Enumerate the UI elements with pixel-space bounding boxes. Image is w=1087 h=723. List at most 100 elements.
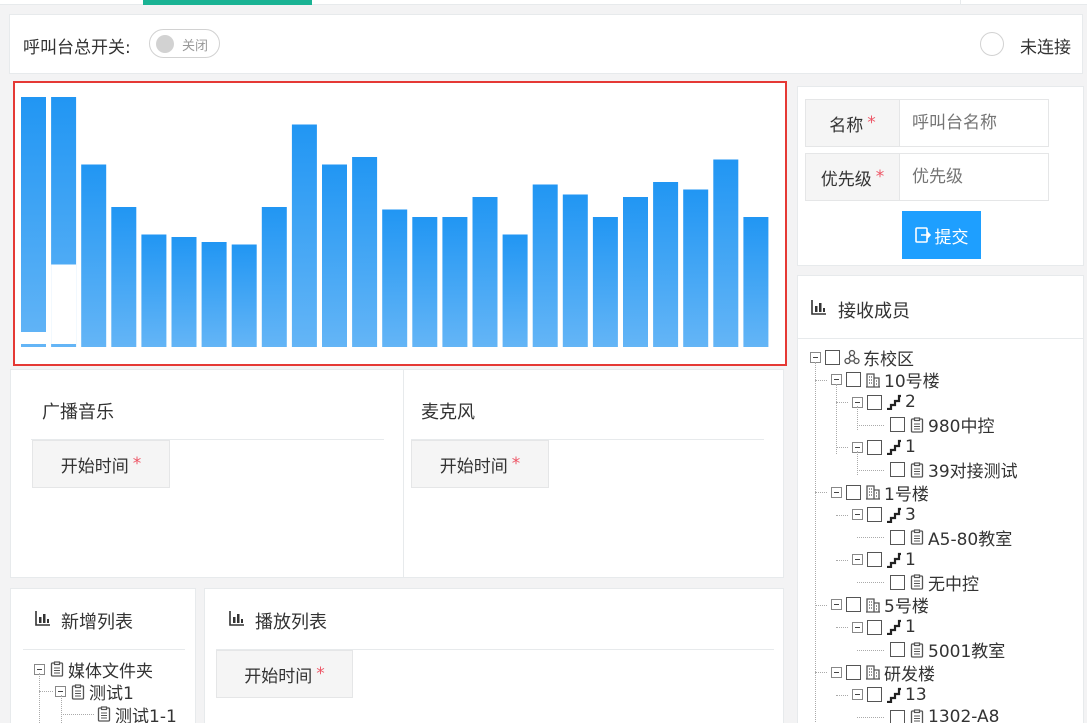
priority-input[interactable] [899, 153, 1049, 201]
connection-status-icon [980, 32, 1004, 56]
tree-node[interactable]: A5-80教室 [890, 526, 1012, 550]
tree-node[interactable]: 测试1-1 [96, 703, 177, 723]
tree-node[interactable]: 10号楼 [831, 369, 940, 392]
start-time-label: 开始时间 [439, 456, 508, 477]
tree-node[interactable]: 3 [852, 504, 916, 526]
priority-label-box: 优先级 * [805, 153, 900, 201]
level-bar [322, 164, 347, 347]
tree-checkbox[interactable] [867, 687, 882, 702]
building-icon [865, 597, 881, 613]
tree-checkbox[interactable] [890, 529, 905, 545]
required-marker: * [132, 454, 142, 474]
tab-divider [960, 0, 961, 5]
tree-node-label: 3 [905, 504, 916, 525]
tree-checkbox[interactable] [846, 484, 861, 500]
tree-checkbox[interactable] [890, 574, 905, 590]
play-list-start-time[interactable]: 开始时间 * [216, 650, 353, 698]
collapse-icon[interactable] [852, 621, 863, 633]
tree-node[interactable]: 媒体文件夹 [34, 658, 153, 682]
tree-checkbox[interactable] [890, 709, 905, 723]
broadcast-start-time[interactable]: 开始时间 * [32, 440, 170, 488]
chart-bar-icon [229, 611, 244, 626]
tree-node[interactable]: 测试1 [55, 681, 134, 704]
tree-connector [857, 582, 884, 583]
clipboard-icon [909, 529, 925, 545]
new-list-panel: 新增列表 媒体文件夹 测试1 测试1-1 [10, 588, 196, 723]
clipboard-icon [49, 661, 65, 677]
tree-node[interactable]: 研发楼 [831, 661, 935, 685]
tree-node[interactable]: 1302-A8 [890, 706, 999, 723]
microphone-start-time[interactable]: 开始时间 * [411, 440, 549, 488]
tree-node-label: 媒体文件夹 [68, 661, 153, 682]
submit-button[interactable]: 提交 [902, 211, 981, 259]
tree-node[interactable]: 1号楼 [831, 481, 929, 505]
required-marker: * [875, 167, 885, 187]
network-icon [844, 349, 860, 365]
tree-checkbox[interactable] [846, 372, 861, 387]
collapse-icon[interactable] [831, 486, 842, 498]
tree-connector [836, 402, 848, 403]
level-bar [472, 197, 498, 347]
tree-node[interactable]: 2 [852, 391, 916, 413]
collapse-icon[interactable] [810, 351, 821, 363]
collapse-icon[interactable] [852, 689, 863, 700]
level-bar [562, 194, 588, 347]
tree-checkbox[interactable] [867, 394, 882, 410]
tree-node[interactable]: 13 [852, 684, 927, 706]
tree-node[interactable]: 1 [852, 436, 916, 458]
master-switch[interactable]: 关闭 [149, 29, 220, 58]
name-input[interactable] [899, 99, 1049, 147]
tree-node[interactable]: 39对接测试 [890, 459, 1018, 482]
tree-checkbox[interactable] [867, 619, 882, 635]
level-bar [81, 164, 107, 347]
level-bar [291, 124, 317, 347]
chart-bar-icon [35, 611, 50, 626]
stairs-icon [886, 552, 902, 568]
collapse-icon[interactable] [852, 554, 863, 565]
broadcast-title: 广播音乐 [42, 402, 114, 423]
building-icon [865, 484, 881, 500]
tree-node[interactable]: 1 [852, 549, 916, 571]
tree-node-label: 1号楼 [884, 484, 929, 505]
header-bar: 呼叫台总开关: 关闭 未连接 [9, 14, 1083, 74]
broadcast-music-panel: 广播音乐 开始时间 * [10, 369, 404, 578]
collapse-icon[interactable] [852, 509, 863, 520]
tree-connector [857, 406, 858, 430]
divider [23, 649, 185, 650]
tree-node[interactable]: 东校区 [810, 346, 914, 370]
tree-node[interactable]: 无中控 [890, 571, 979, 595]
tree-checkbox[interactable] [825, 349, 840, 365]
tree-node[interactable]: 5号楼 [831, 594, 929, 617]
tree-checkbox[interactable] [890, 642, 905, 657]
stairs-icon [886, 619, 902, 636]
level-bar [21, 97, 46, 347]
tree-connector [815, 379, 827, 381]
tree-node[interactable]: 5001教室 [890, 639, 1005, 662]
collapse-icon[interactable] [831, 666, 842, 678]
collapse-icon[interactable] [831, 599, 842, 610]
stairs-icon [886, 439, 902, 456]
level-bar [201, 242, 227, 347]
level-bar [592, 217, 618, 347]
submit-label: 提交 [934, 227, 969, 248]
tree-checkbox[interactable] [867, 439, 882, 455]
tree-checkbox[interactable] [846, 597, 861, 612]
tree-checkbox[interactable] [846, 664, 861, 680]
tree-node[interactable]: 980中控 [890, 414, 994, 437]
tree-connector [815, 492, 827, 493]
tree-connector [61, 714, 94, 715]
tree-connector [857, 424, 884, 426]
active-tab-indicator[interactable] [143, 0, 312, 5]
tree-checkbox[interactable] [890, 462, 905, 477]
tree-checkbox[interactable] [867, 507, 882, 522]
level-bar [412, 217, 438, 347]
level-bar [141, 234, 167, 347]
clipboard-icon [96, 706, 112, 722]
tree-checkbox[interactable] [890, 417, 905, 432]
tree-checkbox[interactable] [867, 552, 882, 567]
submit-icon [914, 227, 931, 243]
stairs-icon [886, 507, 902, 523]
level-bar [713, 159, 739, 347]
tree-node[interactable]: 1 [852, 616, 916, 638]
tree-connector [836, 559, 848, 561]
